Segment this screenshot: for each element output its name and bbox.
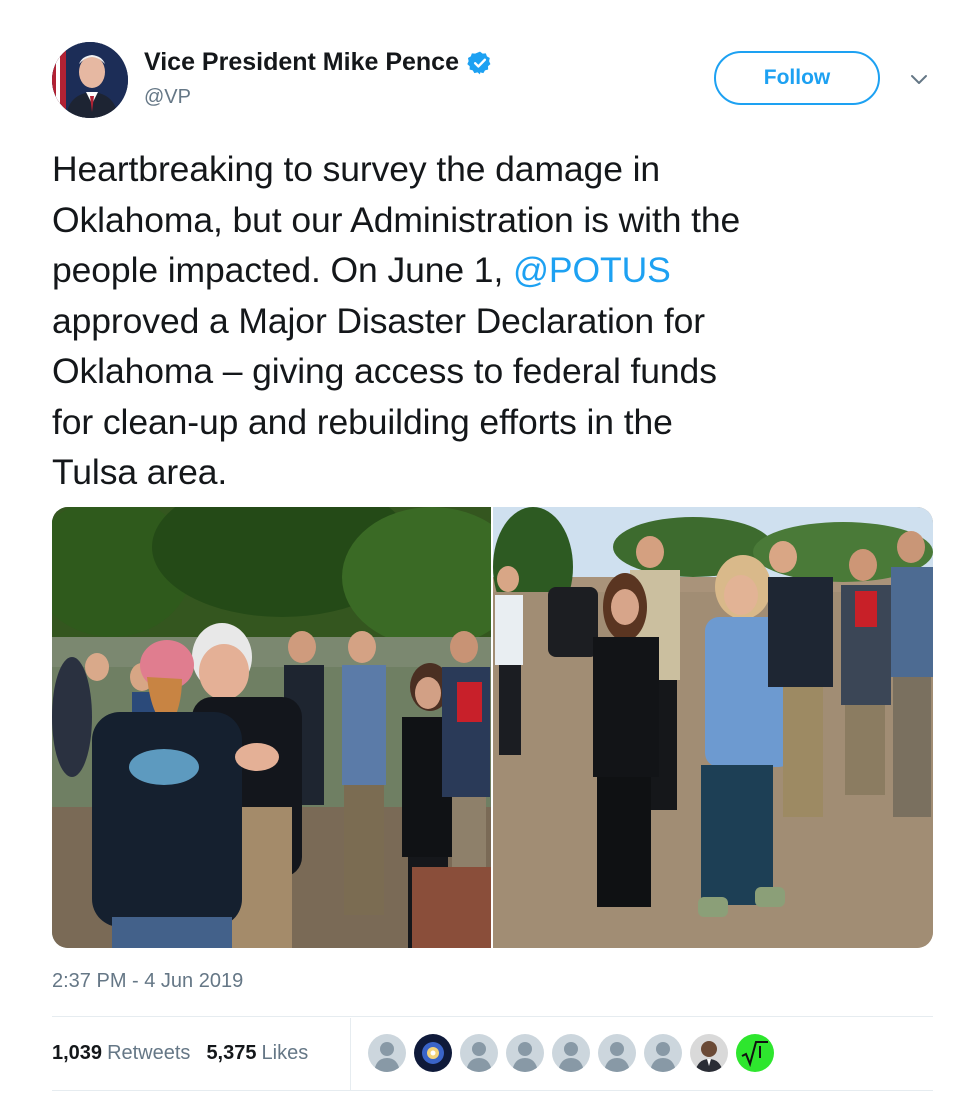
mention-link-potus[interactable]: @POTUS bbox=[513, 250, 671, 290]
galaxy-avatar-icon[interactable] bbox=[414, 1034, 452, 1072]
default-avatar-icon[interactable] bbox=[598, 1034, 636, 1072]
liker-avatars bbox=[368, 1034, 782, 1072]
tweet-timestamp[interactable]: 2:37 PM - 4 Jun 2019 bbox=[52, 970, 243, 993]
photo-embrace[interactable] bbox=[52, 507, 491, 948]
default-avatar-icon[interactable] bbox=[644, 1034, 682, 1072]
tweet-text-part-2: approved a Major Disaster Declaration fo… bbox=[52, 300, 717, 492]
follow-button[interactable]: Follow bbox=[714, 51, 880, 105]
retweets-count[interactable]: 1,039 bbox=[52, 1042, 102, 1065]
tweet-media bbox=[52, 507, 933, 948]
likes-count[interactable]: 5,375 bbox=[206, 1042, 256, 1065]
photo-walking-group[interactable] bbox=[493, 507, 933, 948]
author-handle[interactable]: @VP bbox=[144, 86, 191, 109]
default-avatar-icon[interactable] bbox=[460, 1034, 498, 1072]
person-avatar-icon[interactable] bbox=[690, 1034, 728, 1072]
default-avatar-icon[interactable] bbox=[552, 1034, 590, 1072]
engagement-stats: 1,039 Retweets 5,375 Likes bbox=[52, 1042, 308, 1065]
tweet-text: Heartbreaking to survey the damage in Ok… bbox=[52, 144, 942, 498]
stats-divider bbox=[350, 1018, 351, 1090]
default-avatar-icon[interactable] bbox=[368, 1034, 406, 1072]
retweets-label[interactable]: Retweets bbox=[107, 1042, 190, 1065]
author-display-name[interactable]: Vice President Mike Pence bbox=[144, 48, 459, 77]
verified-badge-icon bbox=[467, 50, 493, 76]
divider bbox=[52, 1016, 933, 1017]
sqrt-avatar-icon[interactable] bbox=[736, 1034, 774, 1072]
default-avatar-icon[interactable] bbox=[506, 1034, 544, 1072]
likes-label[interactable]: Likes bbox=[262, 1042, 309, 1065]
divider bbox=[52, 1090, 933, 1091]
chevron-down-icon[interactable] bbox=[908, 68, 930, 90]
author-avatar[interactable] bbox=[52, 42, 128, 118]
tweet-header: Vice President Mike Pence @VP Follow bbox=[52, 42, 942, 122]
